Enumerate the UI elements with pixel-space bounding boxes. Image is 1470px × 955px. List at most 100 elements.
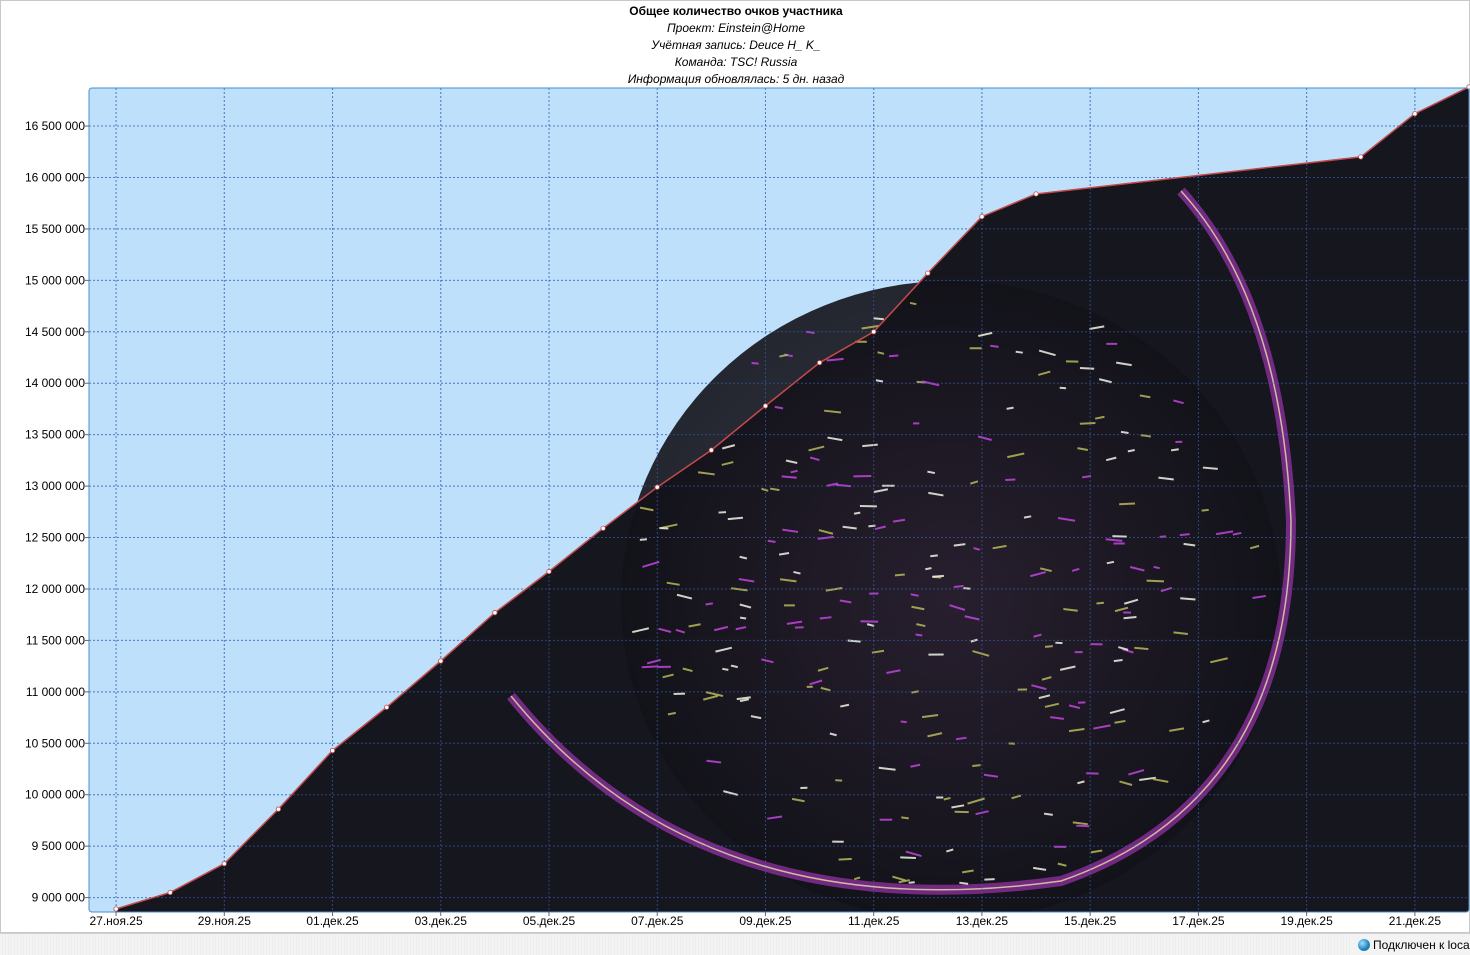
texture-streak xyxy=(990,344,999,348)
texture-streak xyxy=(972,764,981,768)
texture-streak xyxy=(1015,350,1023,354)
texture-streak xyxy=(894,573,905,577)
chart-window: Общее количество очков участника Проект:… xyxy=(0,0,1470,933)
texture-streak xyxy=(1123,616,1137,620)
status-bar-grip xyxy=(0,934,1350,955)
data-point xyxy=(221,861,227,867)
texture-glow xyxy=(621,281,1281,912)
texture-streak xyxy=(925,567,932,571)
y-tick-label: 14 500 000 xyxy=(25,325,85,339)
texture-streak xyxy=(819,616,832,620)
texture-streak xyxy=(739,616,747,620)
texture-streak xyxy=(909,301,917,306)
texture-streak xyxy=(900,856,916,859)
y-tick-label: 16 500 000 xyxy=(25,119,85,133)
texture-streak xyxy=(953,584,964,589)
texture-streak xyxy=(1112,535,1127,538)
texture-streak xyxy=(889,354,899,358)
x-axis: 27.ноя.25 29.ноя.25 01.дек.25 03.дек.25 05.д… xyxy=(89,912,1441,928)
x-tick-label: 15.дек.25 xyxy=(1064,914,1117,928)
texture-streak xyxy=(641,665,659,669)
connection-status: Подключен к localhost xyxy=(1358,937,1470,953)
texture-streak xyxy=(1134,646,1149,651)
y-tick-label: 11 000 000 xyxy=(26,685,85,699)
texture-streak xyxy=(915,633,923,637)
texture-streak xyxy=(873,317,884,321)
texture-streak xyxy=(900,720,907,724)
texture-streak xyxy=(1119,502,1136,506)
data-point xyxy=(546,568,552,575)
data-point xyxy=(275,806,282,812)
data-point xyxy=(708,447,714,453)
y-tick-label: 10 500 000 xyxy=(25,736,85,750)
texture-streak xyxy=(751,362,759,365)
texture-streak xyxy=(1127,449,1135,453)
texture-streak xyxy=(1153,565,1160,570)
texture-streak xyxy=(774,405,784,410)
y-tick-label: 10 000 000 xyxy=(25,788,85,802)
x-tick-label: 09.дек.25 xyxy=(739,914,792,928)
texture-streak xyxy=(1076,824,1090,828)
texture-streak xyxy=(1079,366,1095,370)
x-tick-label: 11.дек.25 xyxy=(848,914,900,928)
data-point xyxy=(1412,111,1418,117)
texture-streak xyxy=(1006,406,1014,410)
texture-streak xyxy=(1202,466,1218,470)
texture-streak xyxy=(959,881,969,885)
data-point xyxy=(1033,191,1039,197)
texture-streak xyxy=(1179,533,1190,537)
texture-streak xyxy=(868,524,876,528)
x-tick-label: 17.дек.25 xyxy=(1172,914,1225,928)
y-tick-label: 12 000 000 xyxy=(25,582,85,596)
texture-streak xyxy=(1079,422,1096,425)
globe-icon xyxy=(1358,939,1370,951)
texture-streak xyxy=(875,379,884,383)
texture-streak xyxy=(727,516,744,521)
texture-streak xyxy=(838,857,852,861)
texture-streak xyxy=(639,538,647,541)
texture-streak xyxy=(1023,515,1032,519)
x-tick-label: 05.дек.25 xyxy=(523,914,576,928)
x-tick-label: 13.дек.25 xyxy=(956,914,1009,928)
texture-streak xyxy=(1113,659,1123,663)
texture-streak xyxy=(853,511,861,515)
data-point xyxy=(762,403,769,409)
texture-streak xyxy=(659,527,669,530)
x-tick-label: 21.дек.25 xyxy=(1389,914,1442,928)
texture-streak xyxy=(1120,430,1129,435)
texture-streak xyxy=(1170,448,1179,452)
data-point xyxy=(329,747,336,754)
texture-streak xyxy=(705,602,713,606)
y-tick-label: 11 500 000 xyxy=(26,633,85,647)
x-tick-label: 27.ноя.25 xyxy=(89,914,142,928)
texture-streak xyxy=(1044,645,1053,648)
texture-streak xyxy=(1096,601,1104,605)
texture-streak xyxy=(1005,478,1016,482)
y-tick-label: 15 000 000 xyxy=(25,273,85,287)
texture-streak xyxy=(767,539,776,544)
status-bar: Подключен к localhost xyxy=(0,933,1470,955)
data-point xyxy=(113,906,119,912)
y-tick-label: 14 000 000 xyxy=(25,376,85,390)
y-tick-label: 16 000 000 xyxy=(25,170,85,184)
x-tick-label: 19.дек.25 xyxy=(1280,914,1333,928)
x-tick-label: 03.дек.25 xyxy=(415,914,468,928)
texture-streak xyxy=(1146,579,1165,583)
data-point xyxy=(600,525,606,531)
texture-streak xyxy=(1201,508,1209,512)
texture-streak xyxy=(860,620,879,623)
texture-streak xyxy=(930,554,938,558)
y-tick-label: 9 500 000 xyxy=(32,839,86,853)
data-point xyxy=(816,360,823,366)
y-tick-label: 13 500 000 xyxy=(25,428,85,442)
texture-streak xyxy=(932,574,944,578)
plot-area: 9 000 000 9 500 000 10 000 000 10 500 000 11… xyxy=(25,84,1470,928)
texture-streak xyxy=(927,470,936,475)
connection-status-text: Подключен к localhost xyxy=(1373,938,1470,952)
y-tick-label: 9 000 000 xyxy=(32,891,86,905)
texture-streak xyxy=(908,881,915,884)
data-point xyxy=(871,329,877,335)
data-point xyxy=(384,704,390,710)
x-tick-label: 29.ноя.25 xyxy=(198,914,251,928)
data-point xyxy=(438,658,444,664)
